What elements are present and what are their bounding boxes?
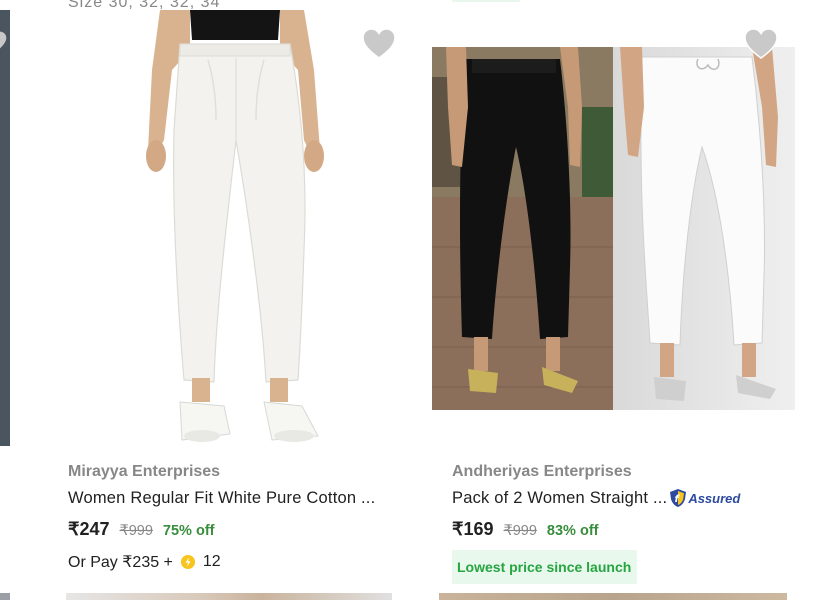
- selling-price: ₹247: [68, 519, 110, 539]
- discount-percent: 83% off: [546, 523, 599, 539]
- next-row-product-image[interactable]: [0, 593, 10, 600]
- product-title[interactable]: Women Regular Fit White Pure Cotton ...: [68, 487, 375, 509]
- black-white-trousers-photo: [432, 47, 795, 410]
- wishlist-heart-icon[interactable]: [744, 28, 778, 60]
- product-card[interactable]: Andheriyas Enterprises Pack of 2 Women S…: [432, 0, 795, 600]
- assured-badge: f Assured: [669, 488, 740, 508]
- supercoin-count: 12: [202, 553, 221, 570]
- product-info[interactable]: Andheriyas Enterprises Pack of 2 Women S…: [452, 462, 796, 584]
- brand-name: Mirayya Enterprises: [68, 463, 221, 480]
- product-card[interactable]: Mirayya Enterprises Women Regular Fit Wh…: [60, 0, 420, 600]
- product-image[interactable]: [68, 10, 404, 450]
- wishlist-heart-icon[interactable]: [362, 28, 396, 60]
- discount-percent: 75% off: [162, 523, 215, 539]
- left-wishlist-heart-icon[interactable]: [0, 30, 10, 56]
- next-row-product-image[interactable]: [66, 593, 392, 600]
- product-image[interactable]: [432, 47, 795, 410]
- product-title[interactable]: Pack of 2 Women Straight ...: [452, 487, 667, 509]
- lowest-price-badge: Lowest price since launch: [452, 550, 638, 584]
- original-price: ₹999: [503, 523, 537, 539]
- left-product-image-edge[interactable]: [0, 10, 10, 446]
- assured-label: Assured: [688, 490, 741, 506]
- price-row: ₹169 ₹999 83% off: [452, 519, 796, 540]
- product-info[interactable]: Mirayya Enterprises Women Regular Fit Wh…: [68, 462, 412, 572]
- assured-shield-icon: f: [670, 489, 687, 507]
- supercoin-pay-row: Or Pay ₹235 + 12: [68, 552, 412, 572]
- price-row: ₹247 ₹999 75% off: [68, 519, 412, 540]
- selling-price: ₹169: [452, 519, 494, 539]
- supercoin-icon: [180, 555, 195, 569]
- brand-name: Andheriyas Enterprises: [452, 463, 632, 480]
- pay-text: Or Pay ₹235 +: [68, 554, 173, 571]
- white-trousers-photo: [68, 10, 404, 450]
- original-price: ₹999: [119, 523, 153, 539]
- next-row-product-image[interactable]: [439, 593, 787, 600]
